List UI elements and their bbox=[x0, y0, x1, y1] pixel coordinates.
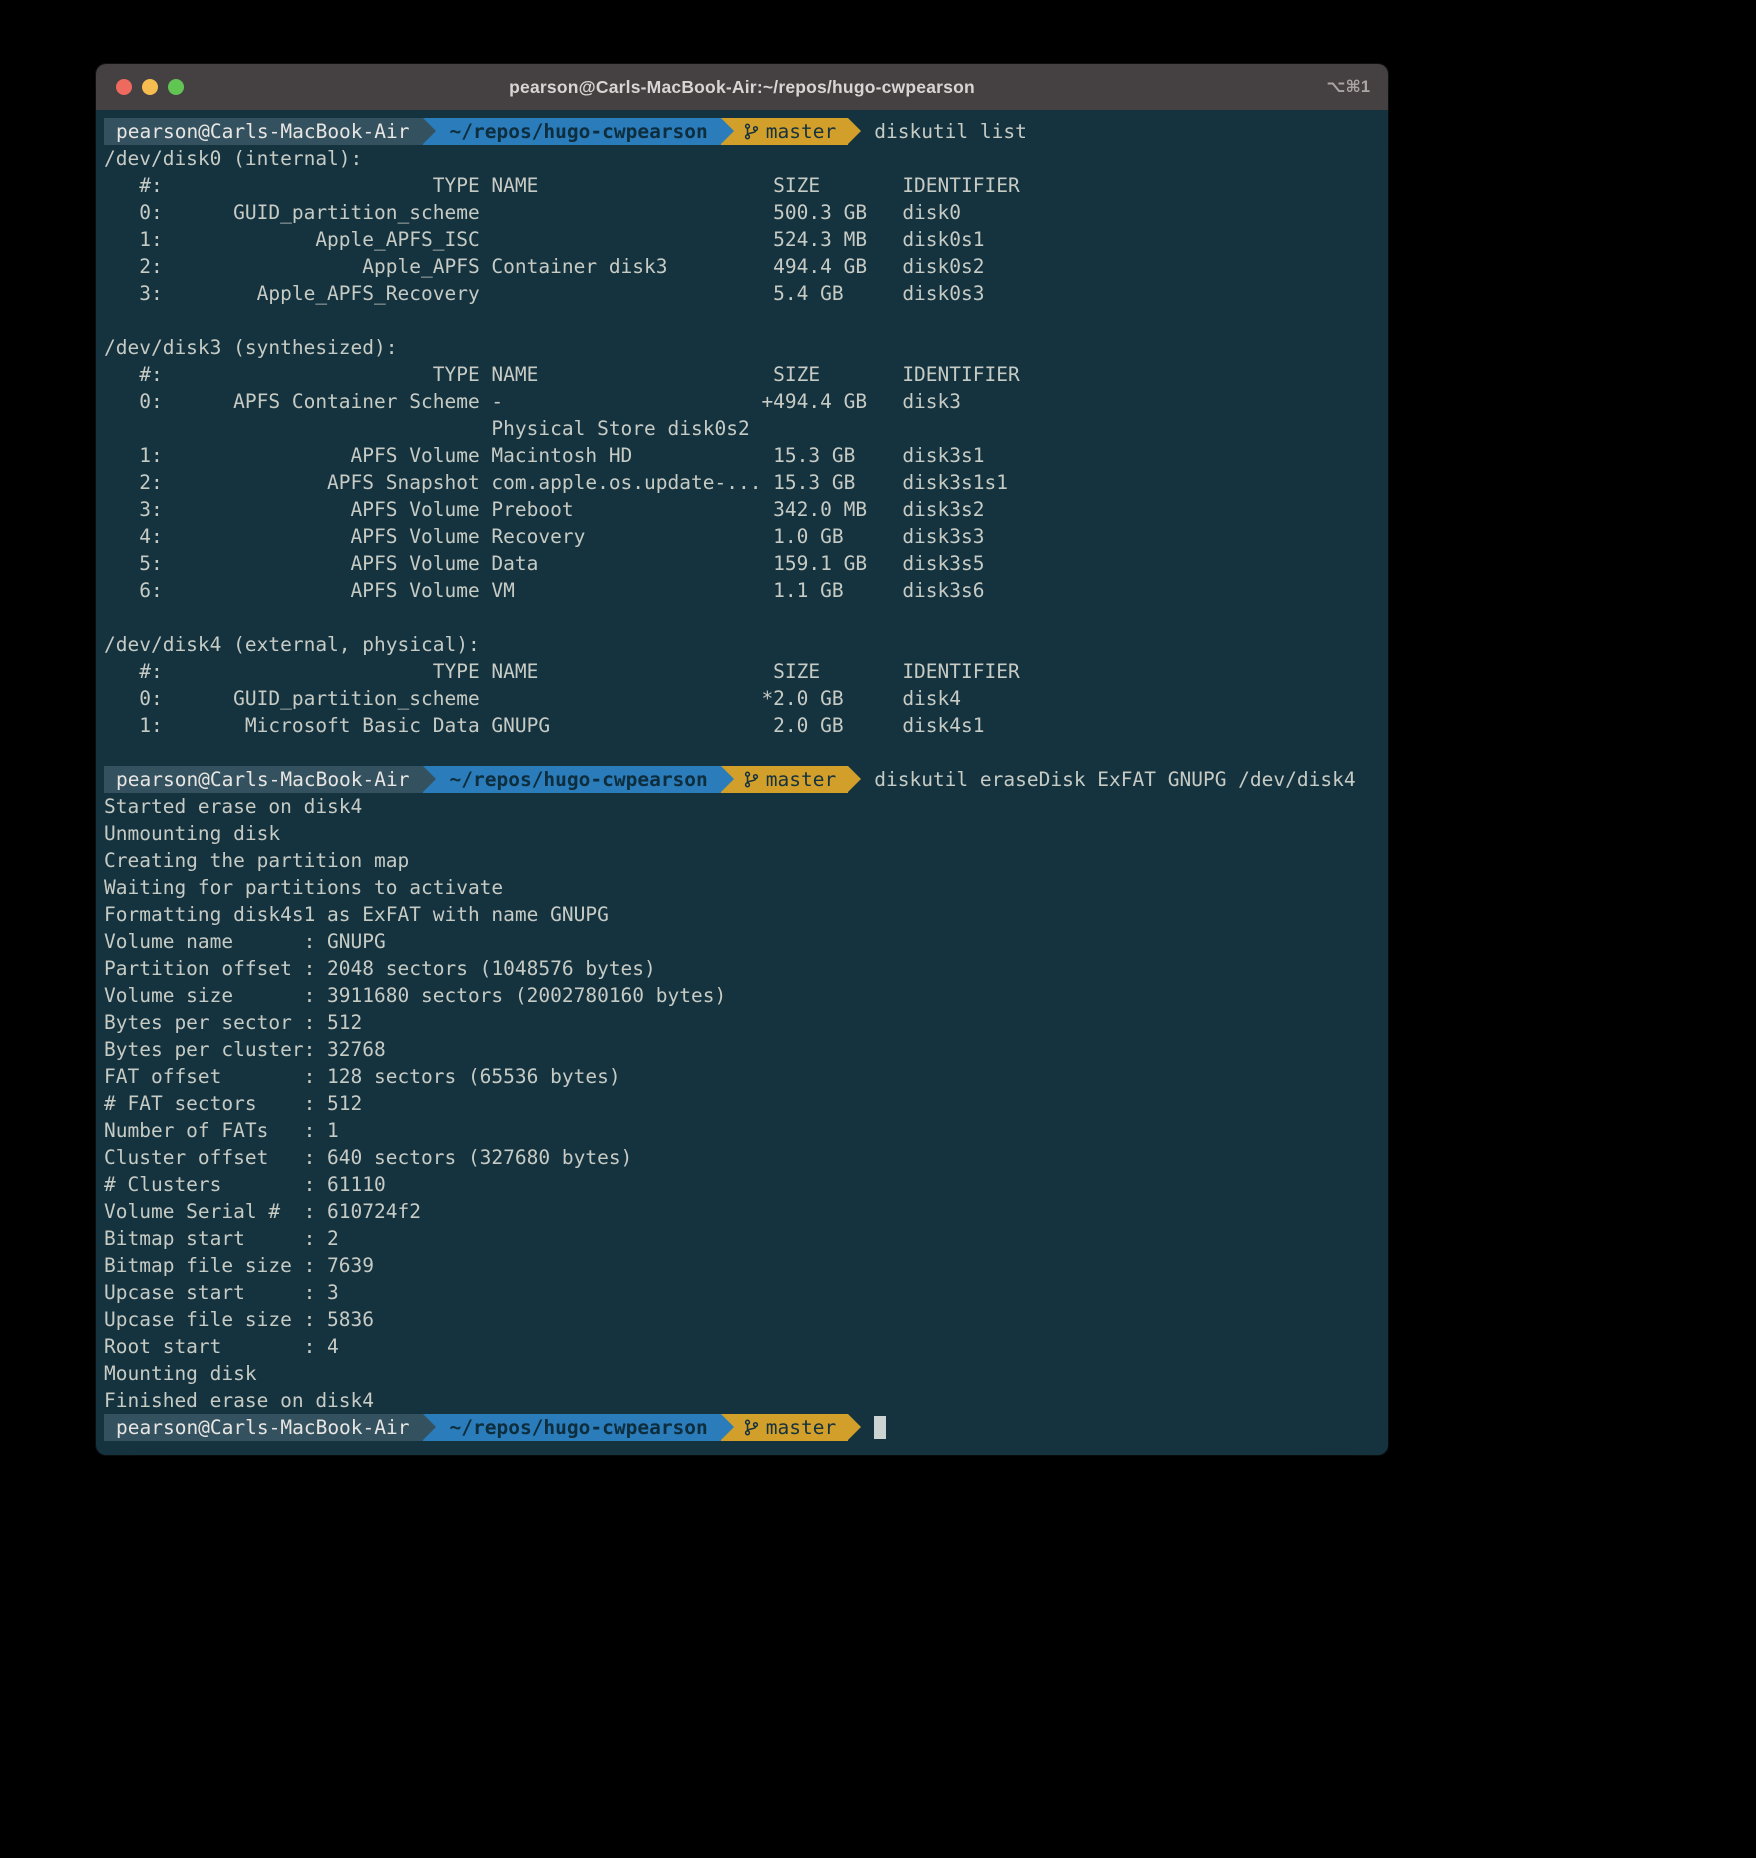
terminal-output-line: Formatting disk4s1 as ExFAT with name GN… bbox=[104, 901, 1380, 928]
terminal-output-line: Started erase on disk4 bbox=[104, 793, 1380, 820]
prompt-user-host-segment: pearson@Carls-MacBook-Air bbox=[104, 118, 423, 145]
terminal-output-line: Root start : 4 bbox=[104, 1333, 1380, 1360]
command-text: diskutil list bbox=[874, 118, 1027, 145]
desktop-background: pearson@Carls-MacBook-Air:~/repos/hugo-c… bbox=[0, 0, 1756, 1858]
terminal-output-line: # Clusters : 61110 bbox=[104, 1171, 1380, 1198]
terminal-output-line: Bitmap file size : 7639 bbox=[104, 1252, 1380, 1279]
terminal-output-line: Number of FATs : 1 bbox=[104, 1117, 1380, 1144]
terminal-cursor bbox=[874, 1416, 886, 1439]
prompt-user-host-segment: pearson@Carls-MacBook-Air bbox=[104, 766, 423, 793]
terminal-output-line: /dev/disk3 (synthesized): bbox=[104, 334, 1380, 361]
terminal-output-line: Physical Store disk0s2 bbox=[104, 415, 1380, 442]
terminal-output-line: Cluster offset : 640 sectors (327680 byt… bbox=[104, 1144, 1380, 1171]
terminal-output-line: 2: Apple_APFS Container disk3 494.4 GB d… bbox=[104, 253, 1380, 280]
terminal-output-line: FAT offset : 128 sectors (65536 bytes) bbox=[104, 1063, 1380, 1090]
branch-name-label: master bbox=[766, 1414, 836, 1441]
terminal-output-line bbox=[104, 604, 1380, 631]
prompt-branch-segment: master bbox=[734, 766, 848, 793]
terminal-output-line: Upcase file size : 5836 bbox=[104, 1306, 1380, 1333]
terminal-output-line: 1: Apple_APFS_ISC 524.3 MB disk0s1 bbox=[104, 226, 1380, 253]
terminal-output-line: 0: GUID_partition_scheme *2.0 GB disk4 bbox=[104, 685, 1380, 712]
git-branch-icon bbox=[744, 771, 759, 788]
terminal-output-line: 0: GUID_partition_scheme 500.3 GB disk0 bbox=[104, 199, 1380, 226]
prompt-user-host-segment: pearson@Carls-MacBook-Air bbox=[104, 1414, 423, 1441]
prompt-path-segment: ~/repos/hugo-cwpearson bbox=[436, 1414, 721, 1441]
prompt-path-segment: ~/repos/hugo-cwpearson bbox=[436, 766, 721, 793]
minimize-button[interactable] bbox=[142, 79, 158, 95]
terminal-output-line: 1: Microsoft Basic Data GNUPG 2.0 GB dis… bbox=[104, 712, 1380, 739]
prompt-path-segment: ~/repos/hugo-cwpearson bbox=[436, 118, 721, 145]
shell-prompt: pearson@Carls-MacBook-Air ~/repos/hugo-cw… bbox=[104, 1414, 1380, 1441]
powerline-separator-icon bbox=[848, 118, 861, 145]
terminal-output-line: Volume Serial # : 610724f2 bbox=[104, 1198, 1380, 1225]
powerline-separator-icon bbox=[848, 766, 861, 793]
git-branch-icon bbox=[744, 1419, 759, 1436]
terminal-output-line: 0: APFS Container Scheme - +494.4 GB dis… bbox=[104, 388, 1380, 415]
terminal-output-line: Waiting for partitions to activate bbox=[104, 874, 1380, 901]
window-titlebar[interactable]: pearson@Carls-MacBook-Air:~/repos/hugo-c… bbox=[96, 64, 1388, 110]
terminal-output-line: Creating the partition map bbox=[104, 847, 1380, 874]
terminal-output-line: #: TYPE NAME SIZE IDENTIFIER bbox=[104, 361, 1380, 388]
prompt-branch-segment: master bbox=[734, 1414, 848, 1441]
terminal-output-line: Unmounting disk bbox=[104, 820, 1380, 847]
terminal-output-line bbox=[104, 739, 1380, 766]
close-button[interactable] bbox=[116, 79, 132, 95]
terminal-output-line: Mounting disk bbox=[104, 1360, 1380, 1387]
prompt-branch-segment: master bbox=[734, 118, 848, 145]
terminal-output-line: Bitmap start : 2 bbox=[104, 1225, 1380, 1252]
terminal-window: pearson@Carls-MacBook-Air:~/repos/hugo-c… bbox=[96, 64, 1388, 1455]
shell-prompt: pearson@Carls-MacBook-Air ~/repos/hugo-cw… bbox=[104, 118, 1380, 145]
terminal-output-line: /dev/disk0 (internal): bbox=[104, 145, 1380, 172]
terminal-output-line: Bytes per sector : 512 bbox=[104, 1009, 1380, 1036]
terminal-output-line: Finished erase on disk4 bbox=[104, 1387, 1380, 1414]
terminal-output-line: 3: APFS Volume Preboot 342.0 MB disk3s2 bbox=[104, 496, 1380, 523]
terminal-output-line: 3: Apple_APFS_Recovery 5.4 GB disk0s3 bbox=[104, 280, 1380, 307]
window-shortcut-badge: ⌥⌘1 bbox=[1327, 64, 1371, 110]
terminal-output-line bbox=[104, 307, 1380, 334]
branch-name-label: master bbox=[766, 766, 836, 793]
terminal-output-line: Volume size : 3911680 sectors (200278016… bbox=[104, 982, 1380, 1009]
powerline-separator-icon bbox=[423, 1414, 436, 1441]
terminal-output-line: Volume name : GNUPG bbox=[104, 928, 1380, 955]
powerline-separator-icon bbox=[721, 118, 734, 145]
command-text: diskutil eraseDisk ExFAT GNUPG /dev/disk… bbox=[874, 766, 1355, 793]
powerline-separator-icon bbox=[721, 1414, 734, 1441]
terminal-output-line: 1: APFS Volume Macintosh HD 15.3 GB disk… bbox=[104, 442, 1380, 469]
terminal-output-line: Upcase start : 3 bbox=[104, 1279, 1380, 1306]
terminal-output-line: #: TYPE NAME SIZE IDENTIFIER bbox=[104, 172, 1380, 199]
traffic-lights bbox=[116, 64, 184, 110]
terminal-output-line: /dev/disk4 (external, physical): bbox=[104, 631, 1380, 658]
terminal-output-line: Partition offset : 2048 sectors (1048576… bbox=[104, 955, 1380, 982]
terminal-output-line: 4: APFS Volume Recovery 1.0 GB disk3s3 bbox=[104, 523, 1380, 550]
git-branch-icon bbox=[744, 123, 759, 140]
powerline-separator-icon bbox=[423, 766, 436, 793]
shell-prompt: pearson@Carls-MacBook-Air ~/repos/hugo-cw… bbox=[104, 766, 1380, 793]
powerline-separator-icon bbox=[848, 1414, 861, 1441]
window-title: pearson@Carls-MacBook-Air:~/repos/hugo-c… bbox=[509, 77, 975, 98]
terminal-output-line: 6: APFS Volume VM 1.1 GB disk3s6 bbox=[104, 577, 1380, 604]
terminal-output-line: #: TYPE NAME SIZE IDENTIFIER bbox=[104, 658, 1380, 685]
terminal-screen[interactable]: pearson@Carls-MacBook-Air ~/repos/hugo-cw… bbox=[96, 110, 1388, 1455]
powerline-separator-icon bbox=[721, 766, 734, 793]
terminal-output-line: # FAT sectors : 512 bbox=[104, 1090, 1380, 1117]
terminal-output-line: Bytes per cluster: 32768 bbox=[104, 1036, 1380, 1063]
branch-name-label: master bbox=[766, 118, 836, 145]
terminal-output-line: 5: APFS Volume Data 159.1 GB disk3s5 bbox=[104, 550, 1380, 577]
zoom-button[interactable] bbox=[168, 79, 184, 95]
powerline-separator-icon bbox=[423, 118, 436, 145]
terminal-output-line: 2: APFS Snapshot com.apple.os.update-...… bbox=[104, 469, 1380, 496]
